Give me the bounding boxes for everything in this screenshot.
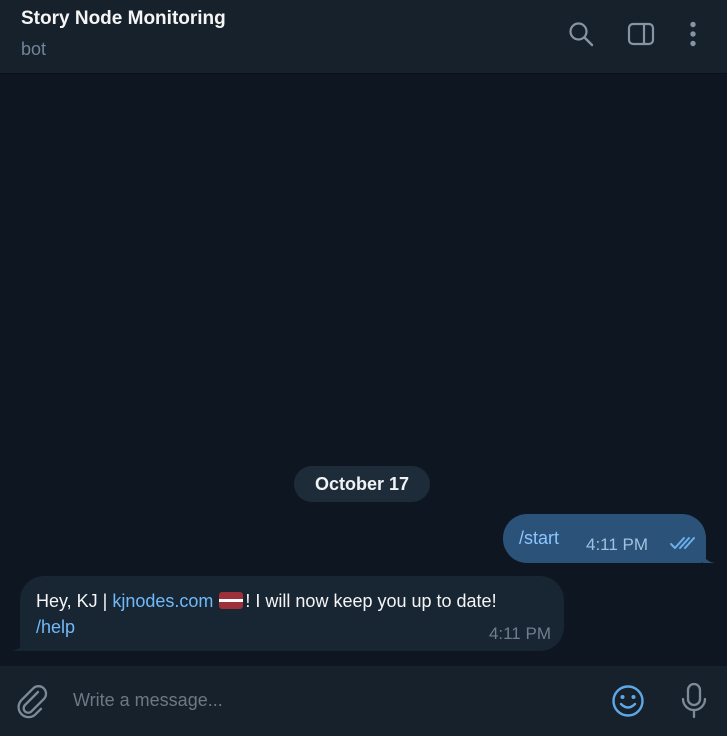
message-list[interactable]: October 17 /start 4:11 PM Hey, KJ | kjno… <box>0 75 727 666</box>
more-options-button[interactable] <box>676 17 710 51</box>
search-button[interactable] <box>564 17 598 51</box>
emoji-icon <box>612 685 644 717</box>
website-link[interactable]: kjnodes.com <box>112 591 213 611</box>
microphone-icon <box>681 682 707 719</box>
more-vertical-icon <box>690 21 696 47</box>
telegram-chat-window: Story Node Monitoring bot October 17 /st… <box>0 0 727 736</box>
outgoing-message-text: /start <box>519 528 560 548</box>
message-input[interactable] <box>73 686 573 714</box>
help-command-link[interactable]: /help <box>36 617 75 638</box>
latvia-flag-icon <box>219 592 244 609</box>
bubble-tail <box>11 639 23 651</box>
greeting-text: Hey, KJ | <box>36 591 113 611</box>
incoming-message-text: Hey, KJ | kjnodes.com ! I will now keep y… <box>36 591 497 612</box>
search-icon <box>569 22 594 47</box>
sidebar-toggle-button[interactable] <box>624 17 658 51</box>
date-separator: October 17 <box>294 466 430 502</box>
outgoing-message[interactable]: /start 4:11 PM <box>503 514 715 563</box>
voice-message-button[interactable] <box>680 682 708 725</box>
attach-button[interactable] <box>14 683 50 724</box>
incoming-message[interactable]: Hey, KJ | kjnodes.com ! I will now keep y… <box>11 576 564 651</box>
paperclip-icon <box>17 685 48 719</box>
sidebar-toggle-icon <box>627 22 655 46</box>
greeting-suffix: ! I will now keep you up to date! <box>245 591 497 611</box>
chat-title[interactable]: Story Node Monitoring <box>21 8 226 30</box>
emoji-button[interactable] <box>610 683 646 724</box>
chat-subtitle: bot <box>21 39 47 59</box>
bubble-tail <box>703 551 715 563</box>
message-composer <box>0 666 727 736</box>
double-check-icon <box>670 537 695 549</box>
outgoing-message-time: 4:11 PM <box>586 535 649 554</box>
chat-header: Story Node Monitoring bot <box>0 0 727 74</box>
incoming-message-time: 4:11 PM <box>488 624 551 643</box>
